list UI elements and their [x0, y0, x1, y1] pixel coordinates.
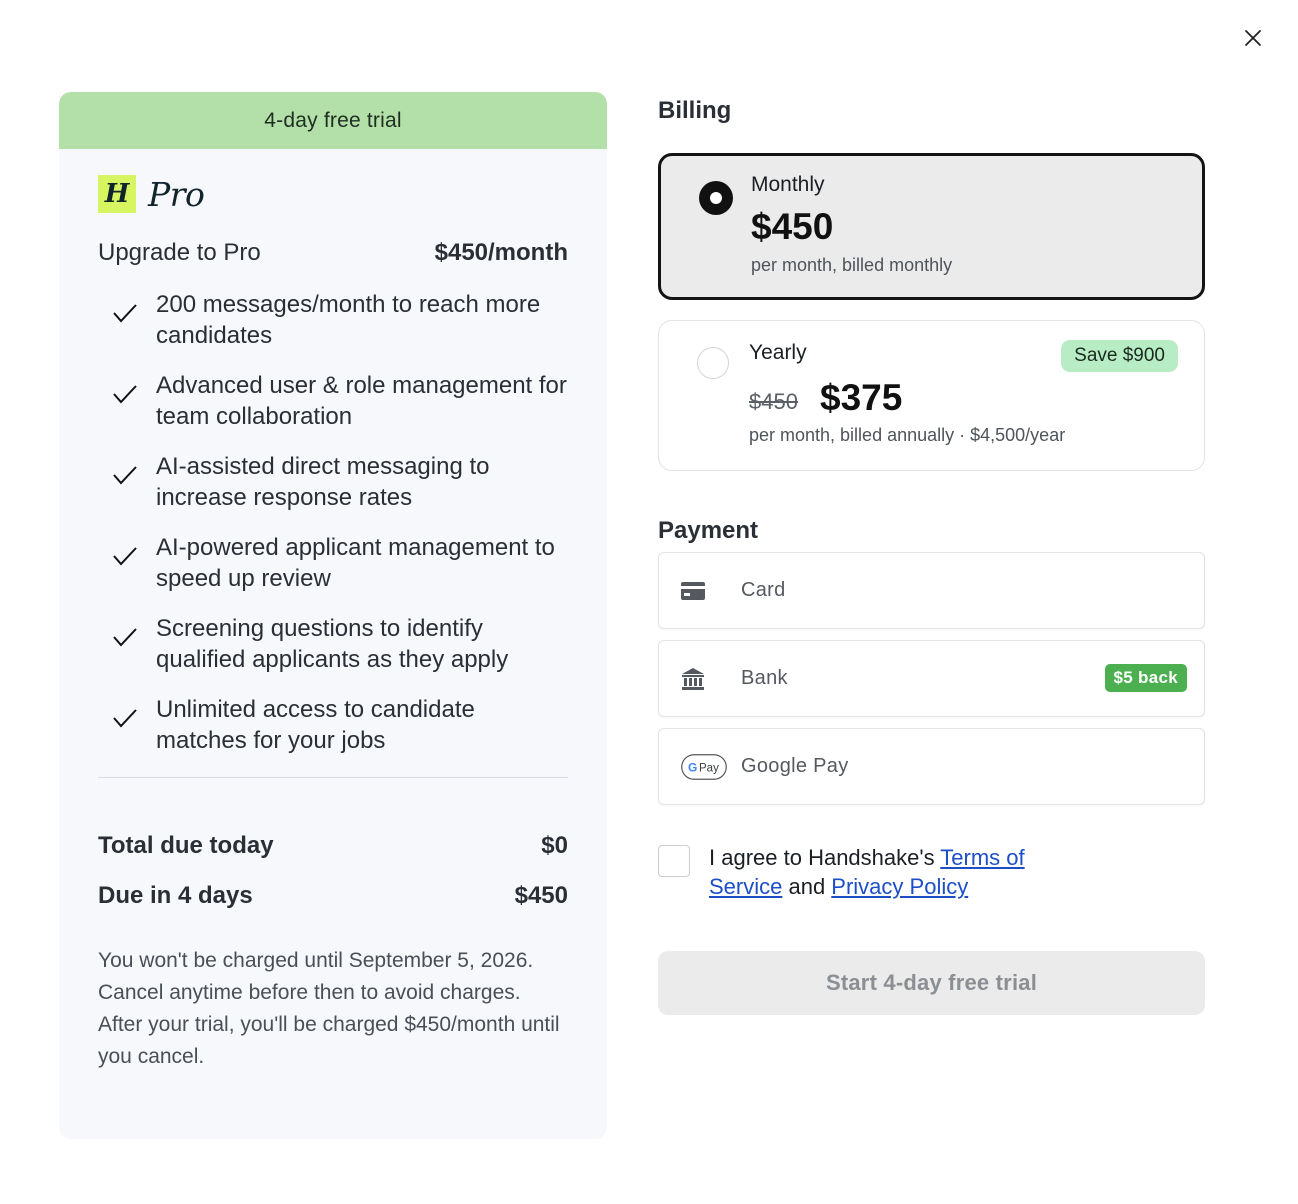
start-trial-button[interactable]: Start 4-day free trial: [658, 951, 1205, 1015]
svg-text:Pay: Pay: [699, 762, 719, 774]
due-later-row: Due in 4 days $450: [98, 882, 568, 910]
agreement-middle: and: [782, 874, 832, 899]
agreement-text: I agree to Handshake's Terms of Service …: [709, 843, 1069, 901]
bank-icon: [682, 667, 704, 690]
payment-title: Payment: [658, 517, 759, 544]
due-later-label: Due in 4 days: [98, 882, 253, 909]
feature-text: Unlimited access to candidate matches fo…: [156, 696, 475, 754]
svg-text:G: G: [688, 760, 697, 774]
divider: [98, 777, 568, 778]
feature-list: 200 messages/month to reach more candida…: [98, 289, 568, 756]
upgrade-price: $450/month: [434, 239, 568, 266]
trial-banner: 4-day free trial: [59, 92, 607, 149]
billing-title: Billing: [658, 97, 732, 124]
feature-text: AI-powered applicant management to speed…: [156, 534, 555, 592]
billing-option-price: $375: [820, 377, 903, 418]
pro-logo: H Pro: [98, 174, 568, 214]
close-icon: [1245, 30, 1261, 46]
charge-note: You won't be charged until September 5, …: [98, 949, 560, 1068]
check-icon: [113, 547, 137, 566]
billing-option-subtitle: per month, billed monthly: [751, 255, 953, 275]
feature-text: Advanced user & role management for team…: [156, 372, 567, 430]
feature-item: AI-assisted direct messaging to increase…: [98, 451, 568, 513]
due-later-value: $450: [514, 882, 568, 909]
logo-mark: H: [98, 175, 136, 213]
google-pay-icon: G Pay: [681, 753, 727, 780]
billing-option-old-price: $450: [749, 389, 798, 414]
check-icon: [113, 709, 137, 728]
billing-option-label: Yearly: [749, 341, 807, 364]
feature-text: 200 messages/month to reach more candida…: [156, 291, 541, 349]
upgrade-header: Upgrade to Pro $450/month: [98, 239, 568, 267]
upgrade-title: Upgrade to Pro: [98, 239, 261, 266]
privacy-policy-link[interactable]: Privacy Policy: [831, 874, 968, 899]
feature-item: AI-powered applicant management to speed…: [98, 532, 568, 594]
checkout-form: Billing Monthly $450 per month, billed m…: [658, 92, 1205, 1015]
payment-method-bank[interactable]: Bank $5 back: [658, 640, 1205, 717]
payment-method-label: Google Pay: [741, 755, 849, 777]
close-button[interactable]: [1240, 25, 1266, 51]
check-icon: [113, 385, 137, 404]
billing-option-label: Monthly: [751, 173, 825, 196]
terms-checkbox[interactable]: [658, 845, 690, 877]
check-icon: [113, 304, 137, 323]
total-due-row: Total due today $0: [98, 832, 568, 860]
save-badge: Save $900: [1061, 340, 1178, 372]
feature-item: 200 messages/month to reach more candida…: [98, 289, 568, 351]
bank-cashback-badge: $5 back: [1104, 664, 1187, 692]
agreement-prefix: I agree to Handshake's: [709, 845, 941, 870]
payment-method-google-pay[interactable]: G Pay Google Pay: [658, 728, 1205, 805]
payment-method-card[interactable]: Card: [658, 552, 1205, 629]
feature-item: Advanced user & role management for team…: [98, 370, 568, 432]
terms-agreement: I agree to Handshake's Terms of Service …: [658, 843, 1205, 901]
feature-text: AI-assisted direct messaging to increase…: [156, 453, 490, 511]
plan-summary-card: 4-day free trial H Pro Upgrade to Pro $4…: [59, 92, 607, 1139]
feature-item: Unlimited access to candidate matches fo…: [98, 694, 568, 756]
billing-option-price: $450: [751, 206, 834, 247]
billing-option-monthly[interactable]: Monthly $450 per month, billed monthly: [658, 153, 1205, 300]
feature-item: Screening questions to identify qualifie…: [98, 613, 568, 675]
radio-selected[interactable]: [699, 181, 733, 215]
radio-unselected[interactable]: [697, 347, 729, 379]
total-due-label: Total due today: [98, 832, 274, 859]
billing-option-yearly[interactable]: Yearly Save $900 $450 $375 per month, bi…: [658, 320, 1205, 471]
total-due-value: $0: [541, 832, 568, 859]
check-icon: [113, 466, 137, 485]
payment-method-label: Bank: [741, 667, 788, 689]
credit-card-icon: [681, 581, 705, 600]
feature-text: Screening questions to identify qualifie…: [156, 615, 509, 673]
logo-text: Pro: [148, 174, 205, 214]
check-icon: [113, 628, 137, 647]
billing-option-subtitle: per month, billed annually · $4,500/year: [749, 425, 1066, 445]
payment-method-label: Card: [741, 579, 786, 601]
